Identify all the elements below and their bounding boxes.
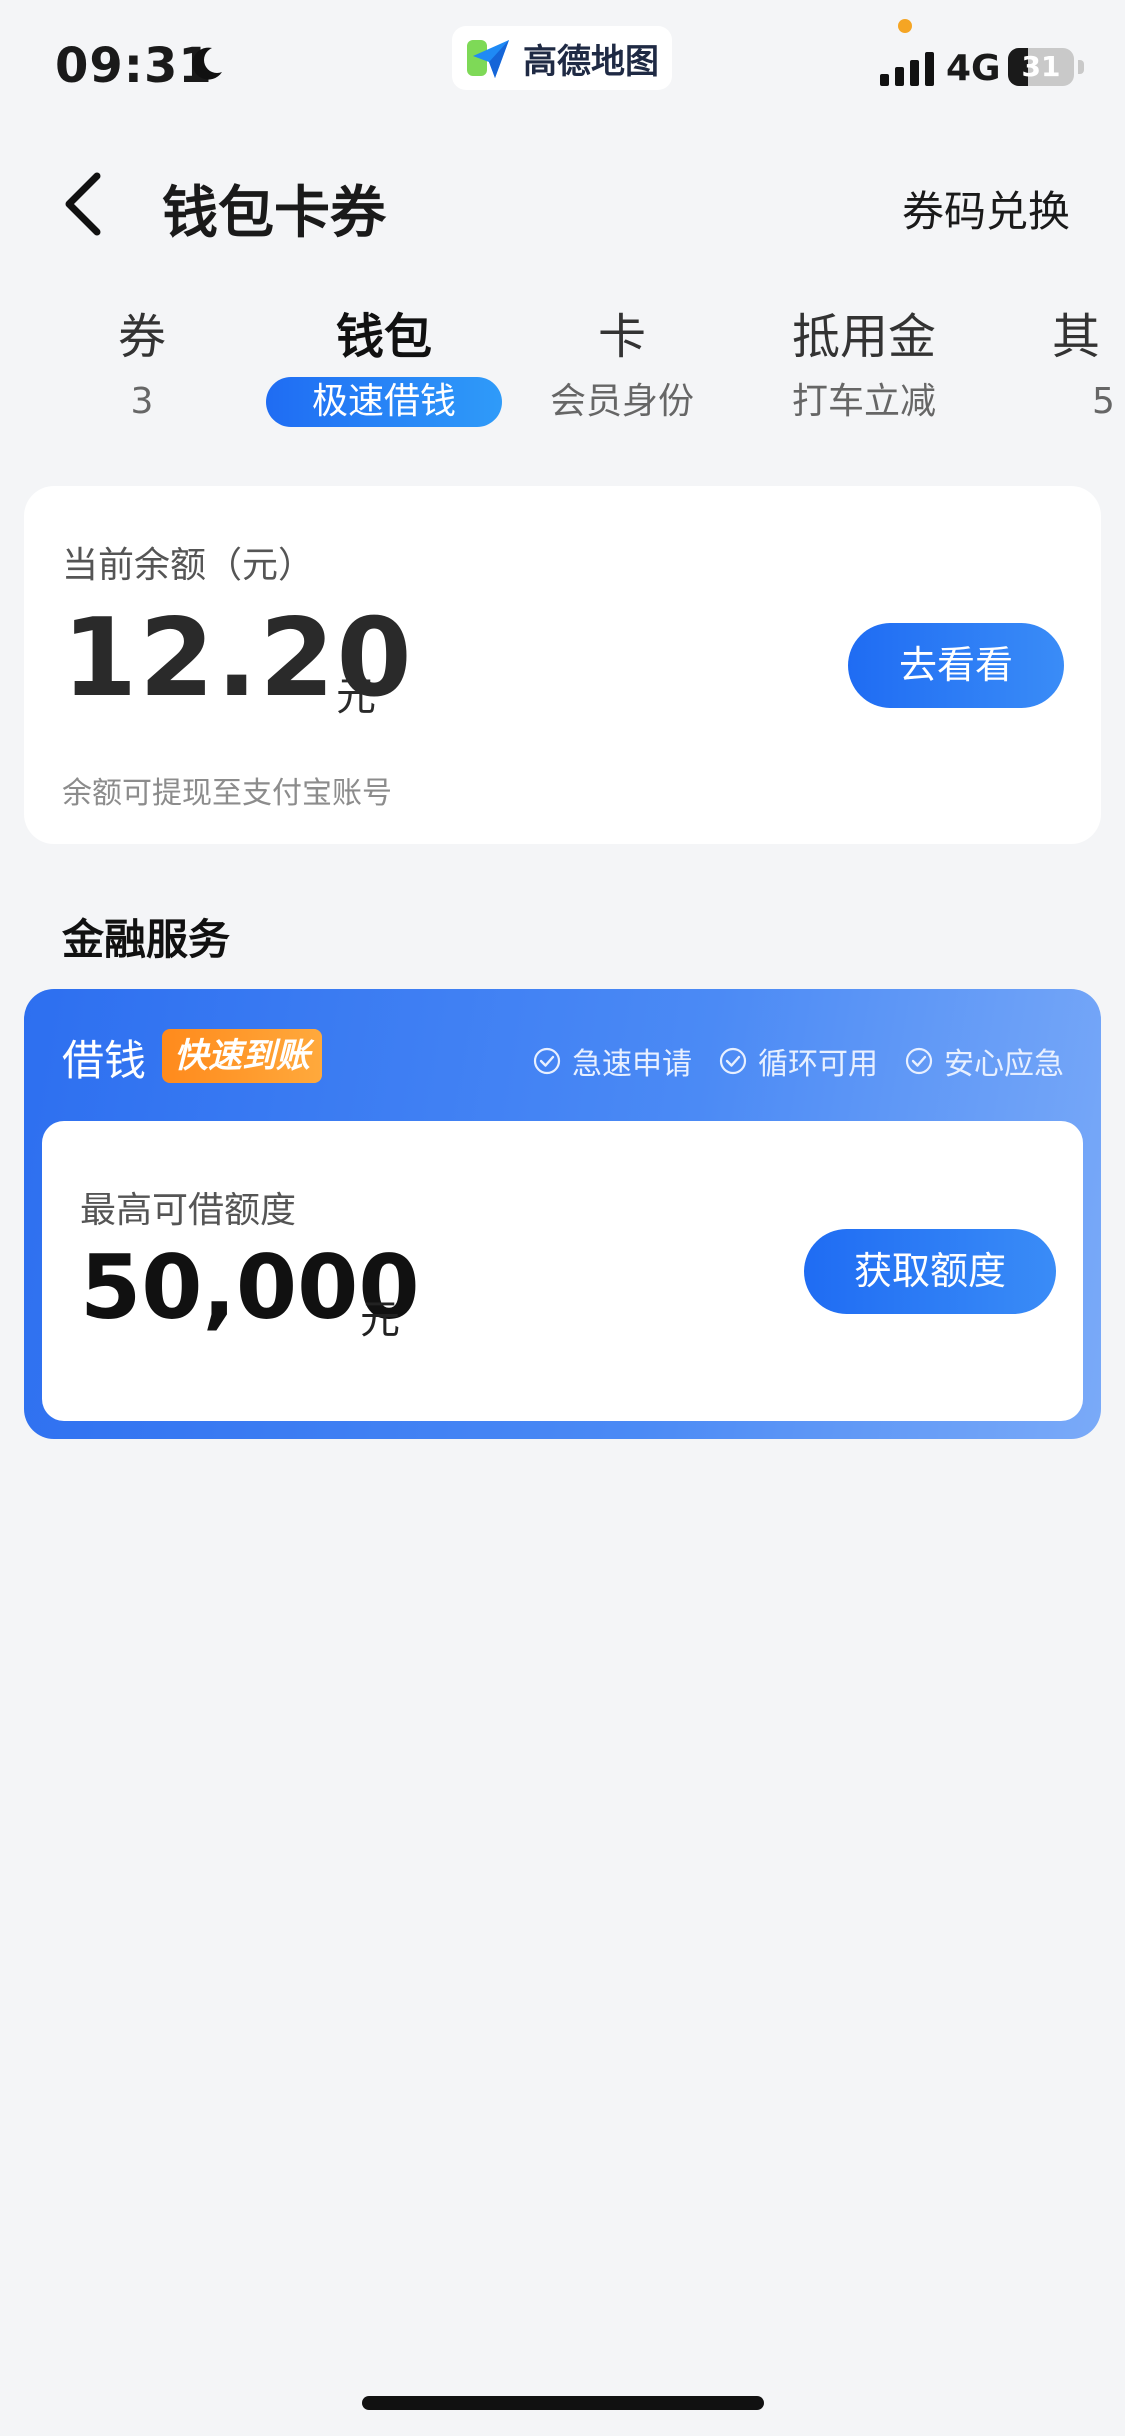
tab-other[interactable]: 其 5 — [1052, 305, 1125, 427]
status-bar: 09:31 高德地图 4G 31 — [0, 0, 1125, 130]
balance-card: 当前余额（元） 12.20 元 去看看 余额可提现至支付宝账号 — [24, 486, 1101, 844]
back-arrow-icon[interactable] — [55, 168, 115, 240]
tab-label: 抵用金 — [791, 309, 936, 365]
balance-label: 当前余额（元） — [62, 545, 315, 586]
feature-label: 急速申请 — [572, 1047, 692, 1082]
check-circle-icon — [905, 1047, 933, 1075]
redeem-code-link[interactable]: 券码兑换 — [902, 178, 1070, 239]
tab-sub: 会员身份 — [549, 381, 694, 422]
app-name: 高德地图 — [523, 41, 659, 82]
tab-label: 其 — [1052, 309, 1101, 365]
finance-section-title: 金融服务 — [62, 915, 231, 964]
feature-item: 安心应急 — [904, 1039, 1064, 1083]
cellular-signal-icon — [880, 52, 934, 86]
privacy-indicator-dot — [898, 19, 912, 33]
tab-cards[interactable]: 卡 会员身份 — [542, 305, 702, 427]
loan-limit-unit: 元 — [360, 1297, 400, 1343]
tab-sub: 打车立减 — [791, 381, 936, 422]
loan-title: 借钱 — [62, 1036, 147, 1085]
tab-coupons[interactable]: 券 3 — [92, 305, 192, 427]
page-title: 钱包卡券 — [162, 181, 386, 246]
tab-vouchers[interactable]: 抵用金 打车立减 — [782, 305, 946, 427]
balance-note: 余额可提现至支付宝账号 — [62, 776, 392, 811]
tab-sub: 极速借钱 — [266, 377, 502, 427]
loan-limit-label: 最高可借额度 — [80, 1190, 297, 1231]
balance-unit: 元 — [336, 674, 376, 720]
loan-card[interactable]: 借钱 快速到账 急速申请 循环可用 安心应急 最高可借额度 50,000 元 获… — [24, 989, 1101, 1439]
tab-sub: 3 — [130, 381, 154, 422]
feature-label: 安心应急 — [944, 1047, 1064, 1082]
feature-item: 循环可用 — [718, 1039, 878, 1083]
get-limit-button[interactable]: 获取额度 — [804, 1229, 1056, 1314]
battery-tip — [1078, 60, 1084, 74]
feature-item: 急速申请 — [532, 1039, 692, 1083]
tab-wallet[interactable]: 钱包 极速借钱 — [266, 305, 502, 427]
moon-icon — [192, 47, 222, 80]
amap-logo-icon — [467, 40, 509, 78]
loan-limit-panel: 最高可借额度 50,000 元 获取额度 — [42, 1121, 1083, 1421]
category-tabs: 券 3 钱包 极速借钱 卡 会员身份 抵用金 打车立减 其 5 — [0, 305, 1125, 435]
battery-icon: 31 — [1008, 48, 1074, 86]
feature-label: 循环可用 — [758, 1047, 878, 1082]
app-switch-pill[interactable]: 高德地图 — [452, 26, 672, 90]
network-type: 4G — [946, 48, 1001, 89]
fast-arrival-badge: 快速到账 — [162, 1029, 322, 1083]
check-circle-icon — [533, 1047, 561, 1075]
tab-label: 券 — [117, 309, 166, 365]
view-balance-button[interactable]: 去看看 — [848, 623, 1064, 708]
battery-percent: 31 — [1021, 50, 1061, 83]
check-circle-icon — [719, 1047, 747, 1075]
tab-sub: 5 — [1092, 381, 1115, 422]
home-indicator[interactable] — [362, 2396, 764, 2410]
wallet-page: 09:31 高德地图 4G 31 钱包卡券 券码兑换 券 3 钱包 极速借钱 卡… — [0, 0, 1125, 2436]
tab-label: 卡 — [597, 309, 646, 365]
tab-label: 钱包 — [335, 309, 432, 365]
